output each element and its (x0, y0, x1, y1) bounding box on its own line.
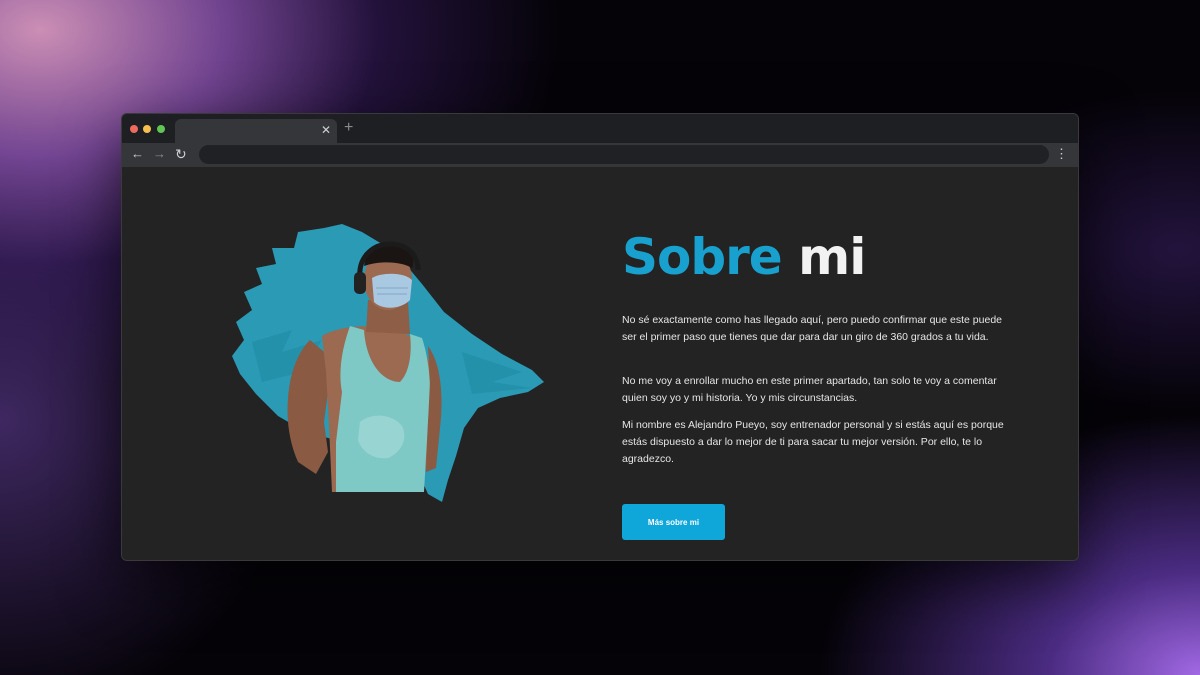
trainer-photo (232, 224, 544, 502)
maximize-window-button[interactable] (157, 125, 165, 133)
headphone-cup (354, 272, 366, 294)
bio-paragraph: Mi nombre es Alejandro Pueyo, soy entren… (622, 419, 1004, 465)
kebab-menu-icon[interactable]: ⋮ (1055, 146, 1068, 162)
about-section: Sobre mi No sé exactamente como has lleg… (122, 167, 1078, 560)
close-icon[interactable]: ✕ (321, 122, 331, 138)
arrow-right-icon[interactable]: → (153, 146, 166, 162)
tab-bar: ✕ + (122, 114, 1078, 143)
page-title: Sobre mi (622, 227, 866, 287)
title-accent: Sobre (622, 228, 783, 286)
more-about-me-button[interactable]: Más sobre mi (622, 504, 725, 540)
browser-toolbar: ← → ↻ ⋮ (122, 143, 1078, 167)
close-window-button[interactable] (130, 125, 138, 133)
browser-window: ✕ + ← → ↻ ⋮ Sobre mi No sé exactamente c… (121, 113, 1079, 561)
reload-icon[interactable]: ↻ (175, 146, 187, 162)
arrow-left-icon[interactable]: ← (131, 146, 144, 162)
address-bar[interactable] (199, 145, 1049, 164)
title-rest: mi (798, 228, 866, 286)
face-mask (372, 273, 412, 308)
plus-icon[interactable]: + (344, 119, 353, 137)
story-paragraph: No me voy a enrollar mucho en este prime… (622, 375, 997, 404)
intro-paragraph: No sé exactamente como has llegado aquí,… (622, 314, 1002, 343)
minimize-window-button[interactable] (143, 125, 151, 133)
browser-tab[interactable]: ✕ (175, 119, 337, 143)
